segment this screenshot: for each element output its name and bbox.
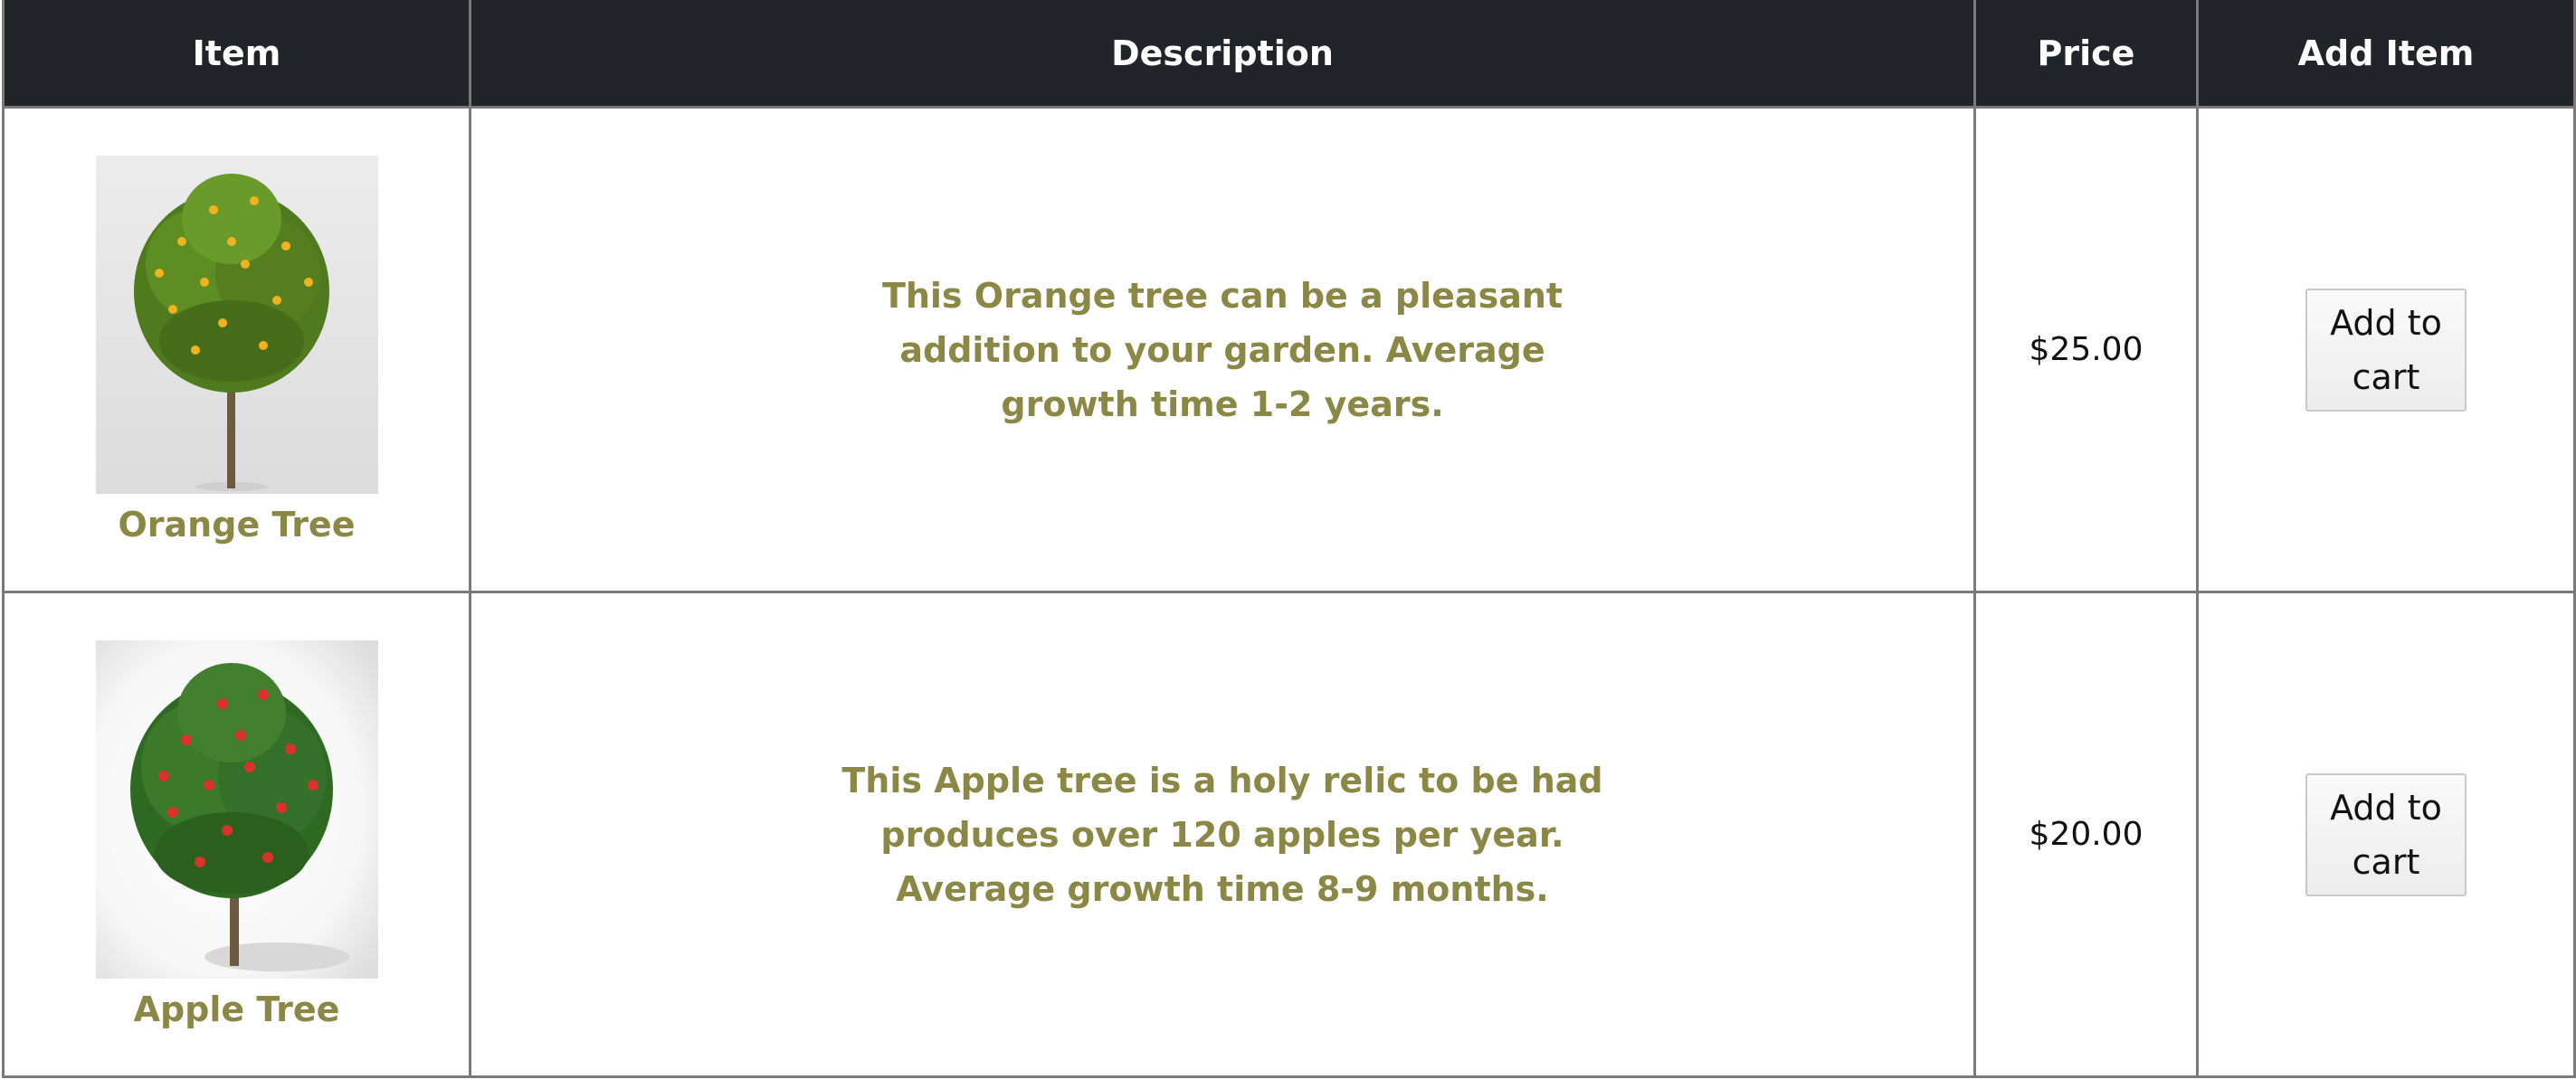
table-header: Item Description Price Add Item [2, 0, 2576, 109]
description-cell: This Orange tree can be a pleasant addit… [469, 106, 1976, 593]
add-item-cell: Add to cart [2196, 591, 2576, 1078]
item-cell: Apple Tree [2, 591, 471, 1078]
header-row: Item Description Price Add Item [2, 0, 2576, 109]
product-description: This Orange tree can be a pleasant addit… [881, 275, 1564, 424]
apple-tree-image [95, 639, 378, 979]
add-to-cart-button[interactable]: Add to cart [2305, 288, 2467, 412]
product-table: Item Description Price Add Item Orange T… [2, 0, 2576, 1078]
header-description: Description [469, 0, 1976, 109]
header-add-item: Add Item [2196, 0, 2576, 109]
price-cell: $25.00 [1973, 106, 2199, 593]
add-to-cart-button[interactable]: Add to cart [2305, 772, 2467, 896]
table-row: Apple Tree This Apple tree is a holy rel… [2, 591, 2576, 1078]
price-cell: $20.00 [1973, 591, 2199, 1078]
add-item-cell: Add to cart [2196, 106, 2576, 593]
product-price: $20.00 [2029, 816, 2143, 853]
header-price: Price [1973, 0, 2199, 109]
orange-tree-image [95, 155, 378, 494]
product-description: This Apple tree is a holy relic to be ha… [841, 760, 1603, 909]
product-price: $25.00 [2029, 331, 2143, 368]
item-cell: Orange Tree [2, 106, 471, 593]
description-cell: This Apple tree is a holy relic to be ha… [469, 591, 1976, 1078]
product-name: Apple Tree [133, 989, 340, 1029]
product-name: Orange Tree [118, 504, 356, 544]
table-body: Orange Tree This Orange tree can be a pl… [2, 106, 2576, 1078]
table-row: Orange Tree This Orange tree can be a pl… [2, 106, 2576, 593]
header-item: Item [2, 0, 471, 109]
